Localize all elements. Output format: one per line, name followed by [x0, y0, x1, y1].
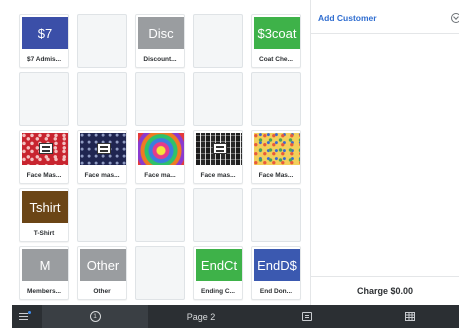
item-tile-coat-check[interactable]: $3coat Coat Che...: [251, 14, 301, 68]
item-color-swatch: Tshirt: [22, 191, 68, 223]
item-label: $7 Admis...: [26, 56, 62, 63]
item-tile-face-mask-yellow[interactable]: Face Mas...: [251, 130, 301, 184]
grid-view-button[interactable]: [360, 305, 459, 328]
empty-tile[interactable]: [77, 72, 127, 126]
item-label: Other: [93, 288, 111, 295]
empty-tile[interactable]: [77, 188, 127, 242]
item-image: [80, 133, 126, 165]
notification-dot-icon: [28, 311, 31, 314]
item-tile-face-mask-dark[interactable]: Face mas...: [193, 130, 243, 184]
item-label: Members...: [27, 288, 61, 295]
page-tab-2[interactable]: Page 2: [148, 305, 254, 328]
menu-icon: [19, 311, 31, 320]
item-tile-face-mask-navy[interactable]: Face mas...: [77, 130, 127, 184]
item-tile-tshirt[interactable]: Tshirt T-Shirt: [19, 188, 69, 242]
item-image: [196, 133, 242, 165]
item-label: Face ma...: [144, 172, 176, 179]
item-tile-discount[interactable]: Disc Discount...: [135, 14, 185, 68]
pos-screen: $7 $7 Admis... Disc Discount... $3coat C…: [0, 0, 459, 328]
page-tab-1[interactable]: 1: [42, 305, 148, 328]
item-tile-face-mask-red[interactable]: Face Mas...: [19, 130, 69, 184]
empty-tile[interactable]: [135, 188, 185, 242]
bottom-bar: 1 Page 2: [12, 305, 459, 328]
add-customer-link[interactable]: Add Customer: [318, 13, 377, 23]
item-image: [254, 133, 300, 165]
item-label: Coat Che...: [259, 56, 293, 63]
grid-view-icon: [404, 312, 415, 321]
item-tile-membership[interactable]: M Members...: [19, 246, 69, 300]
empty-tile[interactable]: [193, 14, 243, 68]
item-color-swatch: EndCt: [196, 249, 242, 281]
item-label: Ending C...: [201, 288, 235, 295]
item-image: [22, 133, 68, 165]
item-color-swatch: M: [22, 249, 68, 281]
item-label: T-Shirt: [33, 230, 55, 237]
empty-tile[interactable]: [19, 72, 69, 126]
item-color-swatch: Disc: [138, 17, 184, 49]
empty-tile[interactable]: [251, 72, 301, 126]
empty-tile[interactable]: [77, 14, 127, 68]
empty-tile[interactable]: [135, 72, 185, 126]
item-color-swatch: EndD$: [254, 249, 300, 281]
item-color-swatch: Other: [80, 249, 126, 281]
charge-button[interactable]: Charge $0.00: [311, 276, 459, 305]
item-label: Face Mas...: [258, 172, 294, 179]
item-grid: $7 $7 Admis... Disc Discount... $3coat C…: [12, 8, 308, 304]
page-number-badge: 1: [89, 311, 101, 322]
cart-header-divider: [311, 33, 459, 34]
item-tile-end-donation[interactable]: EndD$ End Don...: [251, 246, 301, 300]
list-view-icon: [302, 312, 312, 321]
item-image: [138, 133, 184, 165]
menu-button[interactable]: [12, 305, 42, 328]
item-tile-other[interactable]: Other Other: [77, 246, 127, 300]
list-view-button[interactable]: [254, 305, 360, 328]
item-color-swatch: $3coat: [254, 17, 300, 49]
item-label: Face mas...: [84, 172, 120, 179]
empty-tile[interactable]: [135, 246, 185, 300]
item-tile-ending-count[interactable]: EndCt Ending C...: [193, 246, 243, 300]
item-tile-7-admission[interactable]: $7 $7 Admis...: [19, 14, 69, 68]
item-color-swatch: $7: [22, 17, 68, 49]
empty-tile[interactable]: [193, 188, 243, 242]
logo-patch-icon: [97, 143, 111, 154]
item-label: Face Mas...: [26, 172, 62, 179]
logo-patch-icon: [213, 143, 227, 154]
panel-divider: [310, 0, 311, 305]
item-label: End Don...: [259, 288, 293, 295]
chevron-down-icon[interactable]: [451, 13, 459, 23]
item-label: Discount...: [143, 56, 177, 63]
empty-tile[interactable]: [251, 188, 301, 242]
item-tile-face-mask-tiedye[interactable]: Face ma...: [135, 130, 185, 184]
page-label: Page 2: [186, 311, 216, 322]
empty-tile[interactable]: [193, 72, 243, 126]
item-label: Face mas...: [200, 172, 236, 179]
logo-patch-icon: [39, 143, 53, 154]
